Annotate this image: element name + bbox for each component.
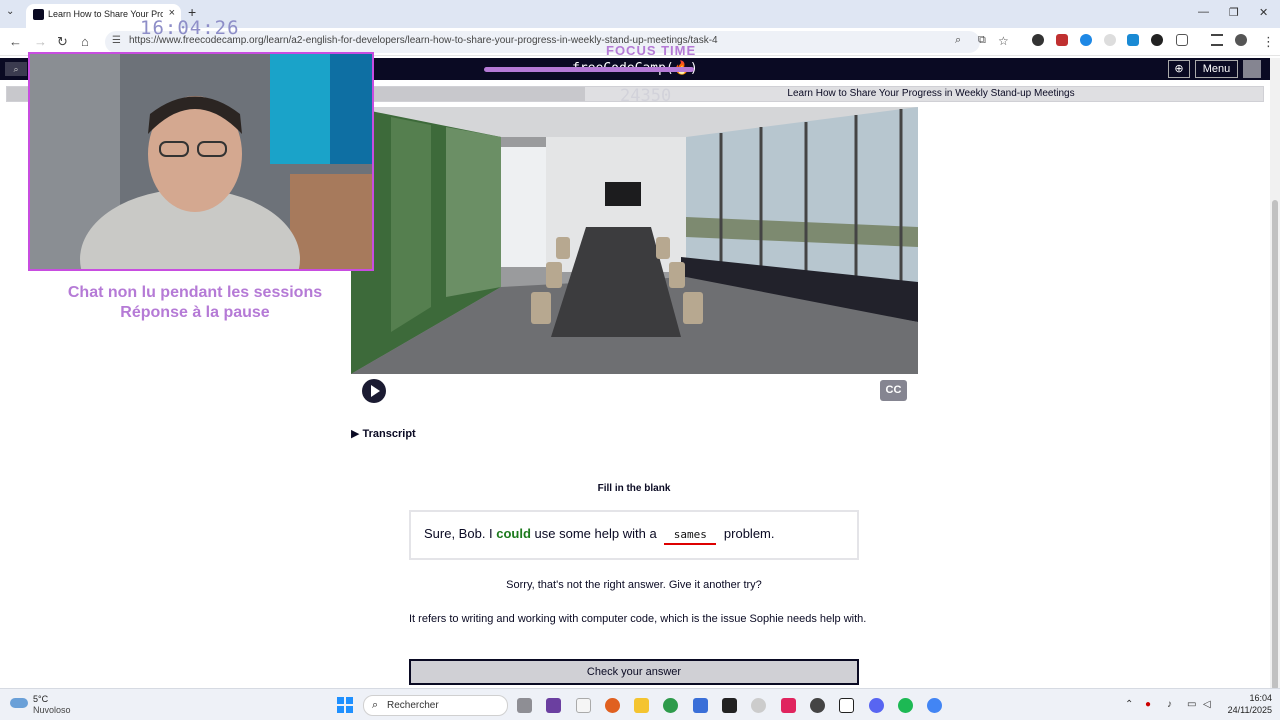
transcript-toggle[interactable]: ▶ Transcript	[351, 427, 416, 440]
extensions-puzzle-icon[interactable]	[1176, 34, 1188, 46]
extension-s-icon[interactable]	[1080, 34, 1092, 46]
extension-translate-icon[interactable]	[1127, 34, 1139, 46]
clock-date[interactable]: 24/11/2025	[1216, 705, 1272, 715]
extension-calendar-icon[interactable]	[1056, 34, 1068, 46]
chrome-icon[interactable]	[663, 698, 678, 713]
windows-taskbar: 5°C Nuvoloso ⌕ Rechercher ⌃ ● ♪ ▭ ◁ 16:0…	[0, 688, 1280, 720]
chat-notice: Chat non lu pendant les sessions Réponse…	[28, 283, 362, 323]
webcam-person-image	[30, 54, 372, 269]
home-icon[interactable]: ⌂	[81, 34, 89, 49]
scrollbar-thumb[interactable]	[1272, 200, 1278, 690]
install-app-icon[interactable]: ⧉	[978, 34, 986, 47]
notion-icon[interactable]	[839, 698, 854, 713]
explanation-text: It refers to writing and working with co…	[409, 613, 867, 625]
cloud-icon	[10, 698, 28, 708]
taskbar-search-input[interactable]: ⌕ Rechercher	[363, 695, 508, 716]
focus-timer-bar	[484, 67, 694, 72]
chatgpt-icon[interactable]	[810, 698, 825, 713]
stream-score: 24350	[620, 86, 672, 106]
video-controls	[351, 374, 918, 408]
capcut-icon[interactable]	[722, 698, 737, 713]
close-window-button[interactable]: ✕	[1259, 6, 1268, 19]
chat-notice-line-1: Chat non lu pendant les sessions	[67, 284, 323, 301]
disclosure-triangle-icon: ▶	[351, 428, 360, 440]
extension-play-icon[interactable]	[1104, 34, 1116, 46]
sentence-bold-word: could	[496, 526, 531, 541]
menu-button[interactable]: Menu	[1195, 60, 1238, 78]
reading-list-icon[interactable]	[1211, 34, 1223, 46]
gear-icon[interactable]	[576, 698, 591, 713]
sentence-box: Sure, Bob. I could use some help with a …	[409, 510, 859, 560]
site-info-icon[interactable]: ☰	[112, 35, 121, 46]
clock-time[interactable]: 16:04	[1226, 693, 1272, 703]
store-icon[interactable]	[693, 698, 708, 713]
user-avatar[interactable]	[1243, 60, 1261, 78]
feedback-message: Sorry, that's not the right answer. Give…	[506, 579, 762, 591]
page-scrollbar[interactable]	[1270, 58, 1280, 690]
sentence-mid: use some help with a	[530, 526, 661, 541]
browser-menu-icon[interactable]: ⋮	[1262, 34, 1275, 50]
lesson-video[interactable]	[351, 107, 918, 374]
sentence-before: Sure, Bob. I	[424, 526, 497, 541]
back-arrow-icon[interactable]: ←	[9, 34, 22, 49]
app-icon-1[interactable]	[546, 698, 561, 713]
search-icon: ⌕	[372, 699, 379, 711]
microphone-icon[interactable]: ♪	[1167, 699, 1172, 710]
sentence: Sure, Bob. I could use some help with a …	[424, 526, 775, 545]
discord-icon[interactable]	[869, 698, 884, 713]
tray-app-icon[interactable]: ●	[1145, 699, 1151, 710]
tiktok-icon[interactable]	[781, 698, 796, 713]
search-app-icon[interactable]	[605, 698, 620, 713]
stream-clock: 16:04:26	[140, 17, 240, 39]
temperature: 5°C	[33, 694, 49, 704]
closed-captions-button[interactable]: CC	[880, 380, 907, 401]
zoom-icon[interactable]: ⌕	[955, 34, 961, 47]
sentence-after: problem.	[720, 526, 775, 541]
extension-shield-icon[interactable]	[1032, 34, 1044, 46]
chat-notice-line-2: Réponse à la pause	[120, 304, 270, 321]
reload-icon[interactable]: ↻	[57, 34, 68, 50]
progress-label: Learn How to Share Your Progress in Week…	[787, 88, 1075, 99]
webcam-overlay	[28, 52, 374, 271]
freecodecamp-favicon-icon	[33, 9, 44, 20]
extension-openai-icon[interactable]	[1151, 34, 1163, 46]
spotify-icon[interactable]	[898, 698, 913, 713]
minimize-button[interactable]: —	[1198, 6, 1209, 18]
chrome-active-icon[interactable]	[927, 698, 942, 713]
weather-condition: Nuvoloso	[33, 705, 71, 715]
forward-arrow-icon[interactable]: →	[34, 34, 47, 49]
display-icon[interactable]: ▭	[1187, 699, 1196, 710]
app-icon-2[interactable]	[751, 698, 766, 713]
bookmark-star-icon[interactable]: ☆	[998, 34, 1009, 48]
volume-icon[interactable]: ◁	[1203, 699, 1211, 710]
check-answer-button[interactable]: Check your answer	[409, 659, 859, 685]
transcript-label: Transcript	[362, 428, 416, 440]
search-placeholder: Rechercher	[387, 700, 439, 711]
search-icon[interactable]: ⌕	[5, 62, 27, 76]
focus-time-label: FOCUS TIME	[606, 43, 697, 58]
fill-blank-heading: Fill in the blank	[597, 483, 671, 494]
maximize-button[interactable]: ❐	[1229, 6, 1239, 19]
file-explorer-icon[interactable]	[634, 698, 649, 713]
tray-chevron-icon[interactable]: ⌃	[1125, 699, 1133, 710]
tab-search-chevron-icon[interactable]: ⌄	[6, 6, 14, 17]
answer-input[interactable]: sames	[664, 526, 717, 545]
play-button[interactable]	[362, 379, 386, 403]
start-windows-icon[interactable]	[337, 697, 353, 713]
language-globe-icon[interactable]: ⊕	[1168, 60, 1190, 78]
conference-room-image	[351, 107, 918, 374]
profile-avatar[interactable]	[1235, 34, 1247, 46]
task-view-icon[interactable]	[517, 698, 532, 713]
